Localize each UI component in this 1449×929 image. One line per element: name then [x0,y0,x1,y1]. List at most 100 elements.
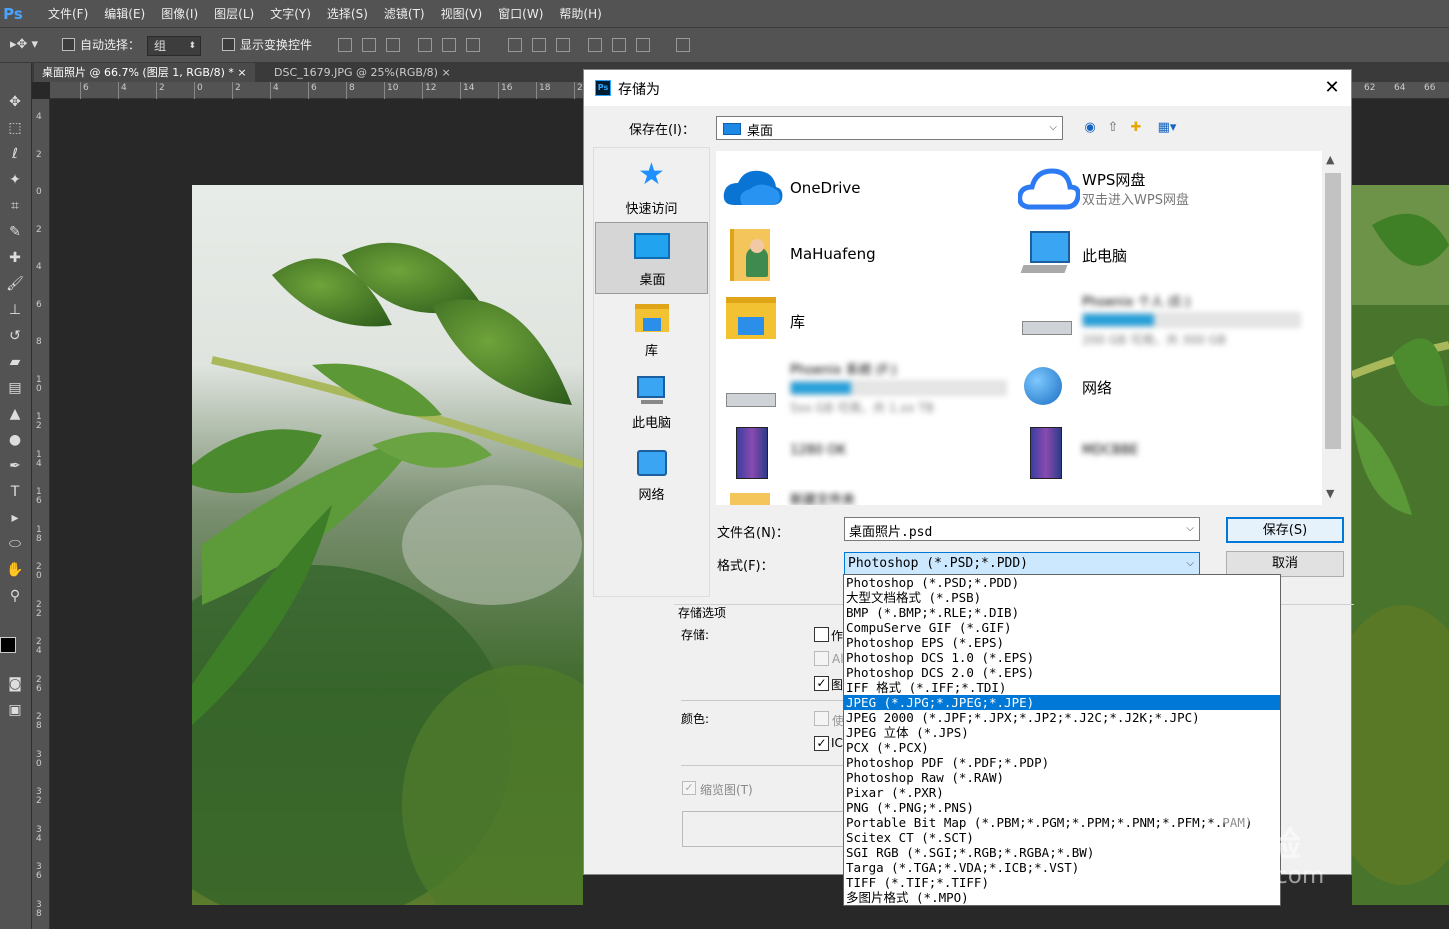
screen-mode-icon[interactable]: ▣ [4,699,26,721]
format-option[interactable]: Photoshop (*.PSD;*.PDD) [844,575,1280,590]
menu-item[interactable]: 编辑(E) [96,0,153,28]
menu-item[interactable]: 文件(F) [40,0,96,28]
format-option[interactable]: PCX (*.PCX) [844,740,1280,755]
file-item-this-pc[interactable]: 此电脑 [1016,225,1306,287]
brush-tool-icon[interactable]: 🖌 [4,273,26,295]
format-option[interactable]: Targa (*.TGA;*.VDA;*.ICB;*.VST) [844,860,1280,875]
format-option[interactable]: Portable Bit Map (*.PBM;*.PGM;*.PPM;*.PN… [844,815,1280,830]
format-option[interactable]: Pixar (*.PXR) [844,785,1280,800]
file-item-network[interactable]: 网络 [1016,357,1306,419]
format-option[interactable]: JPEG 2000 (*.JPF;*.JPX;*.JP2;*.J2C;*.J2K… [844,710,1280,725]
format-option[interactable]: Photoshop DCS 1.0 (*.EPS) [844,650,1280,665]
place-this-pc[interactable]: 此电脑 [595,370,708,442]
doc-tab[interactable]: DSC_1679.JPG @ 25%(RGB/8) × [266,63,459,82]
align-icon[interactable] [588,38,602,52]
format-option[interactable]: 大型文档格式 (*.PSB) [844,590,1280,605]
align-icon[interactable] [386,38,400,52]
filename-input[interactable]: 桌面照片.psd ⌵ [844,517,1200,541]
align-icon[interactable] [442,38,456,52]
format-dropdown-list[interactable]: Photoshop (*.PSD;*.PDD) 大型文档格式 (*.PSB) BMP… [843,574,1281,906]
crop-tool-icon[interactable]: ⌗ [4,195,26,217]
align-icon[interactable] [532,38,546,52]
file-item-wps-cloud[interactable]: WPS网盘 双击进入WPS网盘 [1016,159,1306,221]
format-option[interactable]: 多图片格式 (*.MPO) [844,890,1280,905]
align-icon[interactable] [466,38,480,52]
align-icon[interactable] [338,38,352,52]
file-item-drive-f[interactable]: Phoenix 系统 (F:) 5xx GB 可用，共 1.xx TB [720,357,1010,419]
up-folder-icon[interactable]: ⇧ [1104,119,1122,137]
healing-brush-icon[interactable]: ✚ [4,247,26,269]
file-item-library[interactable]: 库 [720,291,1010,353]
format-option[interactable]: Photoshop PDF (*.PDF;*.PDP) [844,755,1280,770]
move-tool-icon[interactable]: ✥ [4,91,26,113]
place-library[interactable]: 库 [595,298,708,370]
option-checkbox-checked[interactable]: ✓ [814,736,829,751]
hand-tool-icon[interactable]: ✋ [4,559,26,581]
file-item-archive[interactable]: MDCBBE [1016,423,1306,485]
save-in-dropdown[interactable]: 桌面 ⌵ [716,116,1063,140]
close-icon[interactable]: ✕ [1320,76,1344,100]
align-icon[interactable] [612,38,626,52]
place-network[interactable]: 网络 [595,444,708,516]
align-icon[interactable] [556,38,570,52]
format-option[interactable]: PNG (*.PNG;*.PNS) [844,800,1280,815]
menu-item[interactable]: 窗口(W) [490,0,551,28]
align-icon[interactable] [636,38,650,52]
format-option[interactable]: JPEG 立体 (*.JPS) [844,725,1280,740]
scroll-down-icon[interactable]: ▼ [1326,487,1334,500]
format-option[interactable]: Photoshop Raw (*.RAW) [844,770,1280,785]
format-option[interactable]: BMP (*.BMP;*.RLE;*.DIB) [844,605,1280,620]
format-option[interactable]: SGI RGB (*.SGI;*.RGB;*.RGBA;*.BW) [844,845,1280,860]
align-icon[interactable] [362,38,376,52]
close-icon[interactable]: × [237,66,246,79]
doc-tab-active[interactable]: 桌面照片 @ 66.7% (图层 1, RGB/8) * × [34,63,255,82]
align-icon[interactable] [676,38,690,52]
zoom-tool-icon[interactable]: ⚲ [4,585,26,607]
menu-item[interactable]: 选择(S) [319,0,376,28]
menu-item[interactable]: 帮助(H) [551,0,609,28]
magic-wand-icon[interactable]: ✦ [4,169,26,191]
foreground-color-swatch[interactable] [0,637,16,653]
dodge-tool-icon[interactable]: ● [4,429,26,451]
place-desktop[interactable]: 桌面 [595,222,708,294]
format-option[interactable]: Scitex CT (*.SCT) [844,830,1280,845]
file-item-onedrive[interactable]: OneDrive [720,159,1010,221]
history-brush-icon[interactable]: ↺ [4,325,26,347]
pen-tool-icon[interactable]: ✒ [4,455,26,477]
scroll-up-icon[interactable]: ▲ [1326,153,1334,166]
align-icon[interactable] [418,38,432,52]
format-option[interactable]: JPEG (*.JPG;*.JPEG;*.JPE) [844,695,1280,710]
menu-item[interactable]: 文字(Y) [262,0,319,28]
format-dropdown[interactable]: Photoshop (*.PSD;*.PDD) ⌵ [844,552,1200,576]
format-option[interactable]: Photoshop EPS (*.EPS) [844,635,1280,650]
menu-item[interactable]: 图像(I) [153,0,206,28]
file-item-folder[interactable]: 新建文件夹 [720,489,1010,505]
file-item-user-folder[interactable]: MaHuafeng [720,225,1010,287]
marquee-tool-icon[interactable]: ⬚ [4,117,26,139]
blur-tool-icon[interactable]: ▲ [4,403,26,425]
move-tool-icon[interactable]: ▸✥ ▾ [10,37,46,53]
scrollbar-thumb[interactable] [1325,173,1341,449]
shape-tool-icon[interactable]: ⬭ [4,533,26,555]
path-select-icon[interactable]: ▸ [4,507,26,529]
save-button[interactable]: 保存(S) [1226,517,1344,543]
stamp-tool-icon[interactable]: ⊥ [4,299,26,321]
format-option[interactable]: IFF 格式 (*.IFF;*.TDI) [844,680,1280,695]
format-option[interactable]: TIFF (*.TIF;*.TIFF) [844,875,1280,890]
new-folder-icon[interactable]: ✚ [1127,119,1145,137]
align-icon[interactable] [508,38,522,52]
canvas-image[interactable] [192,185,583,905]
menu-item[interactable]: 图层(L) [206,0,262,28]
file-item-drive-e[interactable]: Phoenix 个人 (E:) 200 GB 可用，共 300 GB [1016,291,1306,353]
show-transform-checkbox[interactable] [222,38,235,51]
auto-select-checkbox[interactable] [62,38,75,51]
back-icon[interactable]: ◉ [1081,119,1099,137]
quick-mask-icon[interactable]: ◙ [4,673,26,695]
file-item-archive[interactable]: 1280 OK [720,423,1010,485]
option-checkbox[interactable] [814,627,829,642]
option-checkbox-checked[interactable]: ✓ [814,676,829,691]
view-menu-icon[interactable]: ▦▾ [1152,119,1182,137]
close-icon[interactable]: × [441,66,450,79]
eyedropper-icon[interactable]: ✎ [4,221,26,243]
type-tool-icon[interactable]: T [4,481,26,503]
